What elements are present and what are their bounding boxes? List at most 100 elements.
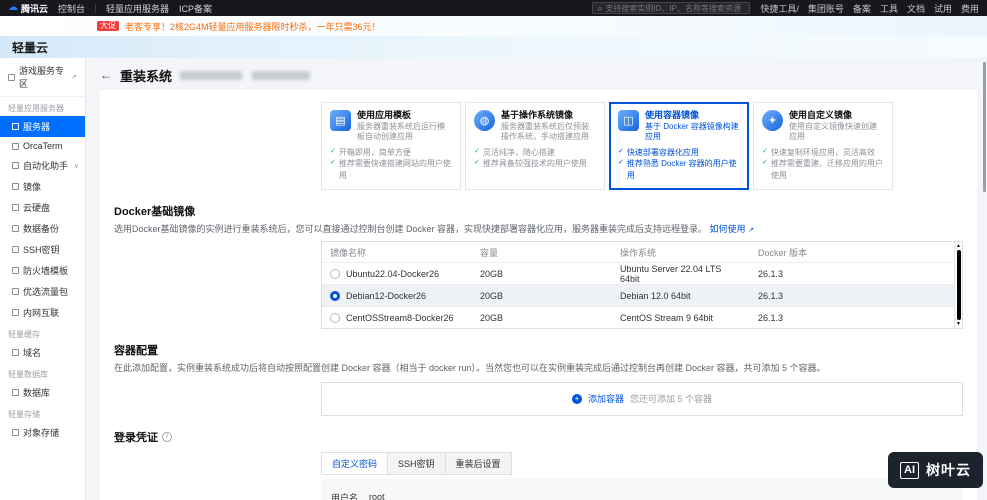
scroll-down-icon[interactable]: ▼ [956,321,961,327]
cell-image-name: CentOSStream8-Docker26 [346,312,454,323]
sidebar-item-images[interactable]: 镜像 [0,176,85,197]
main-content: ← 重装系统 ▤ 使用应用模板 服务器重装系统后运行模板自动创建应用 ✓ 开箱即… [86,58,987,500]
tab-set-after-reinstall[interactable]: 重装后设置 [444,451,512,475]
sidebar-item-firewall-template[interactable]: 防火墙模板 [0,260,85,281]
check-icon: ✓ [762,147,768,155]
redacted-instance-id [180,70,243,80]
col-image-name: 镜像名称 [330,247,367,258]
search-input[interactable] [605,3,746,13]
card-title: 使用应用模板 [357,110,412,120]
login-title-text: 登录凭证 [114,431,158,444]
nav-product-icp[interactable]: ICP备案 [179,2,212,15]
product-banner: 轻量云 [0,36,987,58]
reinstall-panel: ▤ 使用应用模板 服务器重装系统后运行模板自动创建应用 ✓ 开箱即用，简单方便 ✓… [100,90,977,500]
watermark: AI 树叶云 [888,452,983,488]
nav-icp[interactable]: 备案 [853,2,871,15]
nav-org-account[interactable]: 集团账号 [808,2,844,15]
table-scrollbar[interactable]: ▲ ▼ [954,242,962,329]
backup-icon [12,225,19,232]
check-icon: ✓ [618,159,624,167]
sidebar-item-backup[interactable]: 数据备份 [0,218,85,239]
nav-trial[interactable]: 试用 [934,2,952,15]
how-to-use-link[interactable]: 如何使用 [710,224,746,234]
sidebar-item-automation[interactable]: 自动化助手 ∨ [0,155,85,176]
table-header-row: 镜像名称 容量 操作系统 Docker 版本 [322,242,954,262]
sidebar-group-cache: 轻量缓存 [8,330,40,339]
storage-icon [12,429,19,436]
cell-image-name: Ubuntu22.04-Docker26 [346,268,440,279]
sidebar-item-traffic-package[interactable]: 优选流量包 [0,281,85,302]
col-size: 容量 [480,247,499,258]
card-title: 基于操作系统镜像 [501,110,574,120]
sidebar-item-orcaterm[interactable]: OrcaTerm [0,137,85,155]
sidebar-item-database[interactable]: 数据库 [0,382,85,403]
sidebar-item-domain[interactable]: 域名 [0,342,85,363]
table-row-debian[interactable]: Debian12-Docker26 20GB Debian 12.0 64bit… [322,284,954,307]
page-scrollbar[interactable] [983,62,986,192]
nav-product-lighthouse[interactable]: 轻量应用服务器 [106,2,169,15]
docker-icon: ◫ [618,110,639,131]
username-label: 用户名 [331,492,359,500]
col-os: 操作系统 [620,247,657,258]
radio-debian[interactable] [330,290,340,301]
sidebar-item-cloud-disk[interactable]: 云硬盘 [0,197,85,218]
check-text: 快速复制环境应用，灵活高效 [770,147,875,157]
tab-custom-password[interactable]: 自定义密码 [321,451,389,475]
promo-text: 老客专享！2核2G4M轻量应用服务器限时秒杀，一年只需36元！ [125,21,381,32]
nav-console[interactable]: 控制台 [58,2,85,15]
container-add-box: + 添加容器 您还可添加 5 个容器 [321,381,963,416]
add-container-button[interactable]: 添加容器 [588,392,624,405]
back-arrow-icon[interactable]: ← [100,69,112,81]
sidebar-item-game-zone[interactable]: 游戏服务专区 ↗ [0,58,85,97]
page-header: ← 重装系统 [100,64,977,86]
nav-billing[interactable]: 费用 [961,2,979,15]
sidebar-item-ssh-key[interactable]: SSH密钥 [0,239,85,260]
sidebar-item-label: 对象存储 [23,428,60,438]
sidebar-item-server[interactable]: 服务器 [0,116,85,137]
info-icon[interactable]: i [162,431,172,442]
sidebar-item-cos[interactable]: 对象存储 [0,422,85,443]
shield-icon [12,267,19,274]
robot-icon [12,162,19,169]
brand-logo[interactable]: ☁ 腾讯云 [8,2,48,15]
sidebar-item-label: 优选流量包 [23,287,69,297]
card-desc: 基于 Docker 容器镜像构建应用 [645,121,739,141]
cell-os: Debian 12.0 64bit [620,290,691,301]
app-template-icon: ▤ [330,110,351,131]
sidebar-item-vpc-peering[interactable]: 内网互联 [0,302,85,323]
server-icon [12,123,19,130]
gamepad-icon [8,73,15,81]
sidebar-item-label: 内网互联 [23,308,60,318]
scrollbar-thumb[interactable] [956,250,961,321]
card-desc: 使用自定义镜像快速创建应用 [789,121,877,141]
cell-version: 26.1.3 [758,290,784,301]
promo-bar[interactable]: 大促 老客专享！2核2G4M轻量应用服务器限时秒杀，一年只需36元！ [0,16,987,36]
option-card-os-image[interactable]: ◍ 基于操作系统镜像 服务器重装系统后仅预装操作系统，手动搭建应用 ✓ 灵活纯净，… [465,102,605,190]
nav-divider [95,3,97,13]
radio-centos[interactable] [330,312,340,323]
option-card-container-image[interactable]: ◫ 使用容器镜像 基于 Docker 容器镜像构建应用 ✓ 快速部署容器化应用 ✓… [609,102,749,190]
image-icon [12,183,19,190]
external-link-icon: ↗ [748,226,754,234]
container-section-title: 容器配置 [114,345,158,358]
nav-quick-tools[interactable]: 快捷工具/ [760,2,799,15]
database-icon [12,389,19,396]
traffic-icon [12,288,19,295]
table-row-centos[interactable]: CentOSStream8-Docker26 20GB CentOS Strea… [322,306,954,328]
option-card-custom-image[interactable]: ✦ 使用自定义镜像 使用自定义镜像快速创建应用 ✓ 快速复制环境应用，灵活高效 ✓… [753,102,893,190]
radio-ubuntu[interactable] [330,268,340,279]
cell-size: 20GB [480,268,504,279]
table-row-ubuntu[interactable]: Ubuntu22.04-Docker26 20GB Ubuntu Server … [322,262,954,284]
cell-version: 26.1.3 [758,312,784,323]
global-search[interactable]: ⌕ [592,2,751,14]
nav-docs[interactable]: 文档 [907,2,925,15]
nav-tools[interactable]: 工具 [880,2,898,15]
option-card-app-template[interactable]: ▤ 使用应用模板 服务器重装系统后运行模板自动创建应用 ✓ 开箱即用，简单方便 ✓… [321,102,461,190]
tab-ssh-key[interactable]: SSH密钥 [387,451,446,475]
sidebar-item-label: OrcaTerm [23,141,63,151]
check-text: 快速部署容器化应用 [626,147,699,157]
cell-os: CentOS Stream 9 64bit [620,312,714,323]
scroll-up-icon[interactable]: ▲ [956,243,961,249]
search-icon: ⌕ [597,2,603,13]
nav-right-links: 快捷工具/ 集团账号 备案 工具 文档 试用 费用 [760,2,979,15]
